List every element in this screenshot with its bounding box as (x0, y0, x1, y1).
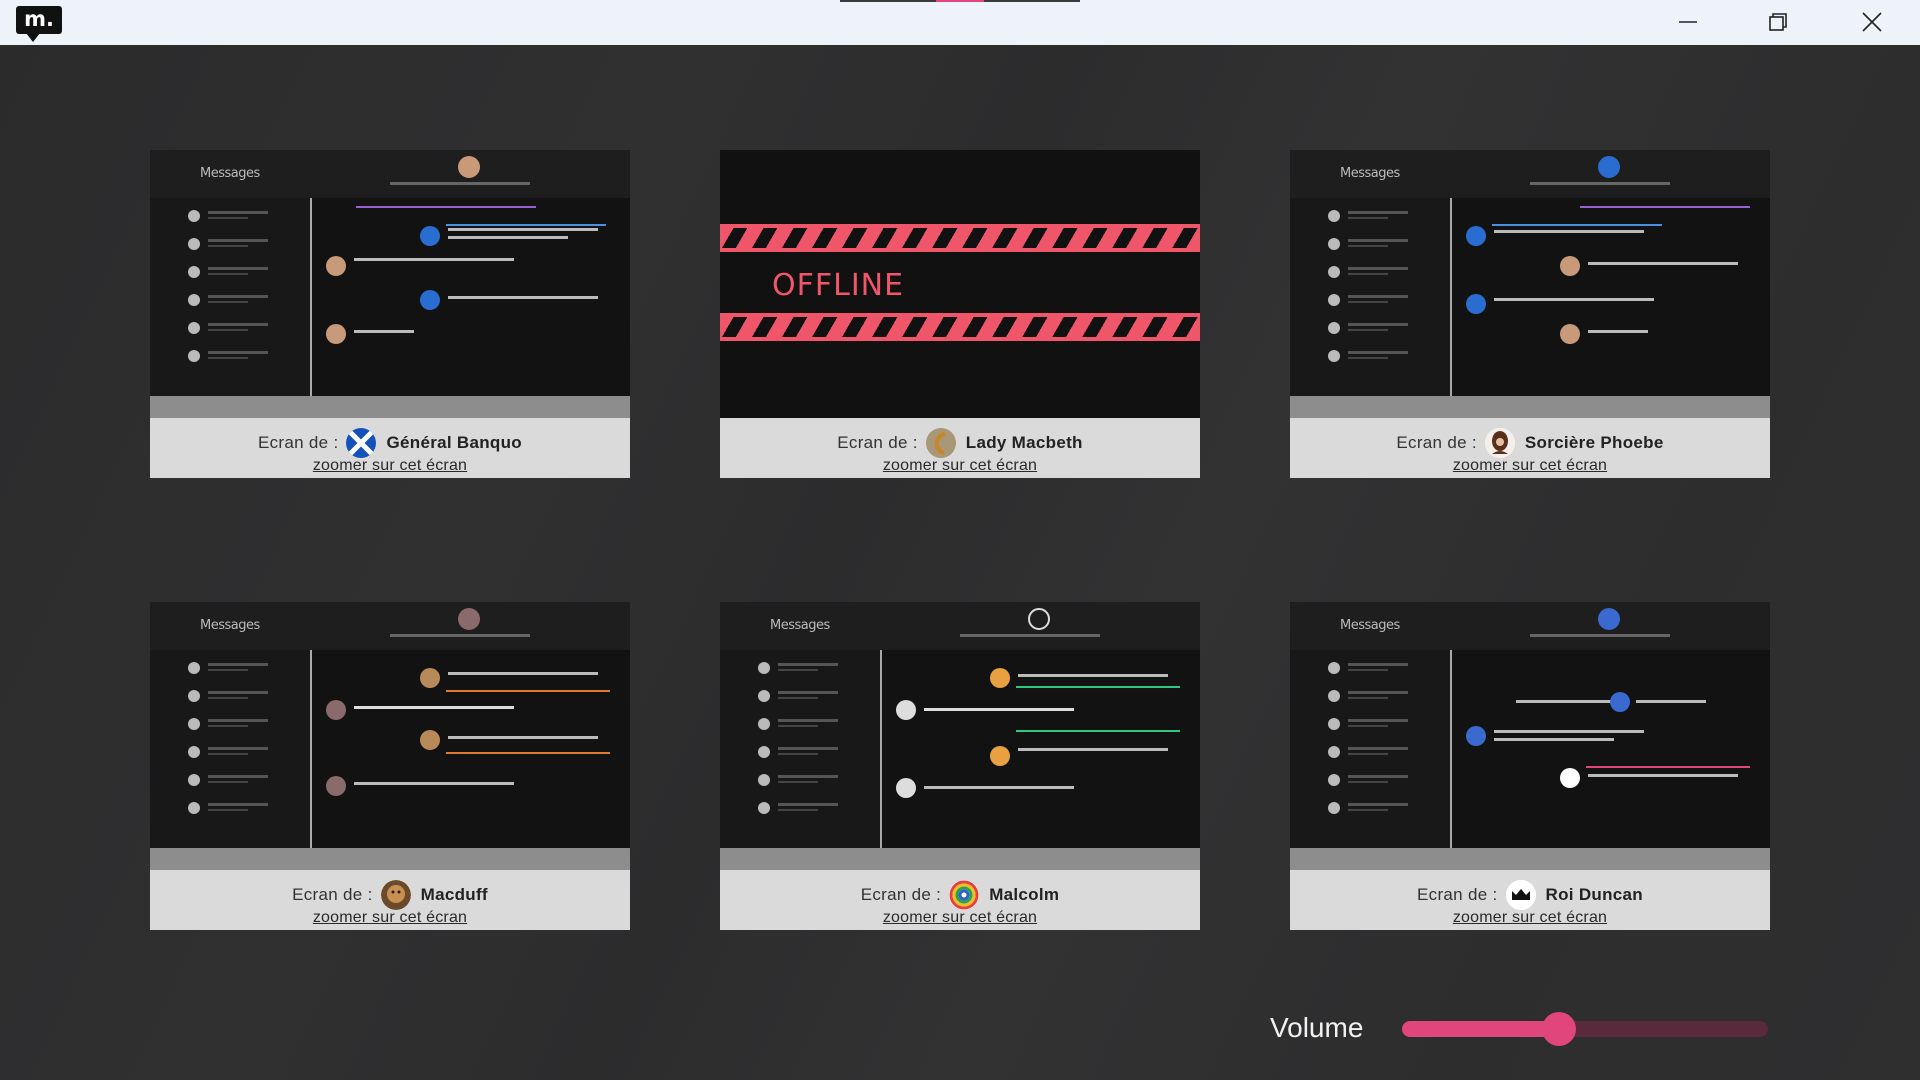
screen-preview[interactable]: Messages (720, 602, 1200, 848)
screen-tile-general-banquo: Messages Ecran de : Général Banquo zoome… (150, 150, 630, 478)
volume-slider[interactable] (1402, 1012, 1768, 1046)
mini-header: Messages (150, 602, 630, 650)
loading-bar-fill (936, 0, 984, 2)
scotland-flag-icon (346, 428, 377, 458)
mini-header: Messages (1290, 602, 1770, 650)
close-button[interactable] (1836, 0, 1908, 44)
mini-header: Messages (720, 602, 1200, 650)
mini-subtitle (1530, 182, 1670, 185)
zoom-screen-link[interactable]: zoomer sur cet écran (883, 909, 1037, 927)
mini-sidebar (1290, 198, 1450, 396)
offline-label: OFFLINE (772, 268, 905, 303)
mini-sidebar (1290, 650, 1450, 848)
user-name: Malcolm (989, 885, 1060, 904)
mini-sidebar (720, 650, 880, 848)
loading-bar (840, 0, 1080, 2)
mini-title: Messages (1340, 166, 1400, 181)
witch-avatar-icon (1484, 428, 1515, 458)
preview-footer-strip (720, 848, 1200, 870)
mini-sidebar (150, 198, 310, 396)
user-name: Général Banquo (386, 433, 522, 452)
volume-slider-fill (1402, 1021, 1560, 1037)
logo-text: m. (24, 7, 54, 31)
tile-caption: Ecran de : Sorcière Phoebe zoomer sur ce… (1290, 418, 1770, 478)
mini-subtitle (390, 634, 530, 637)
screen-preview-offline[interactable]: OFFLINE (720, 150, 1200, 418)
screen-tile-macduff: Messages Ecran de : Macduff zoomer sur c… (150, 602, 630, 930)
minimize-button[interactable] (1652, 0, 1724, 44)
mini-subtitle (960, 634, 1100, 637)
restore-button[interactable] (1742, 0, 1814, 44)
screen-preview[interactable]: Messages (150, 150, 630, 396)
preview-footer-strip (1290, 848, 1770, 870)
mini-subtitle (390, 182, 530, 185)
app-logo: m. (16, 6, 62, 42)
mini-title: Messages (1340, 618, 1400, 633)
caption-prefix: Ecran de : (1396, 433, 1477, 452)
user-name: Roi Duncan (1545, 885, 1643, 904)
mini-title: Messages (770, 618, 830, 633)
mini-avatar (1598, 608, 1620, 630)
screen-tile-lady-macbeth: OFFLINE Ecran de : Lady Macbeth zoomer s… (720, 150, 1200, 478)
macduff-avatar-icon (380, 880, 411, 910)
tile-caption: Ecran de : Lady Macbeth zoomer sur cet é… (720, 418, 1200, 478)
tile-caption: Ecran de : Macduff zoomer sur cet écran (150, 870, 630, 930)
user-name: Sorcière Phoebe (1524, 433, 1664, 452)
screen-tile-roi-duncan: Messages Ecran de : Roi Duncan zoomer su… (1290, 602, 1770, 930)
mini-header: Messages (150, 150, 630, 198)
zoom-screen-link[interactable]: zoomer sur cet écran (1453, 457, 1607, 475)
screen-preview[interactable]: Messages (1290, 602, 1770, 848)
volume-label: Volume (1270, 1012, 1364, 1043)
zoom-screen-link[interactable]: zoomer sur cet écran (883, 457, 1037, 475)
zoom-screen-link[interactable]: zoomer sur cet écran (1453, 909, 1607, 927)
screen-preview[interactable]: Messages (1290, 150, 1770, 396)
tile-caption: Ecran de : Malcolm zoomer sur cet écran (720, 870, 1200, 930)
preview-footer-strip (1290, 396, 1770, 418)
volume-slider-thumb[interactable] (1542, 1012, 1577, 1046)
tile-caption: Ecran de : Général Banquo zoomer sur cet… (150, 418, 630, 478)
user-name: Lady Macbeth (965, 433, 1083, 452)
mini-avatar (458, 608, 480, 630)
preview-footer-strip (150, 848, 630, 870)
mini-avatar (1028, 608, 1050, 630)
caption-prefix: Ecran de : (292, 885, 373, 904)
title-bar: m. (0, 0, 1920, 45)
crown-icon (1505, 880, 1536, 910)
restore-icon (1769, 13, 1787, 31)
mini-avatar (458, 156, 480, 178)
screen-tile-malcolm: Messages Ecran de : Malcolm zoomer sur c… (720, 602, 1200, 930)
zoom-screen-link[interactable]: zoomer sur cet écran (313, 909, 467, 927)
mini-title: Messages (200, 166, 260, 181)
mini-title: Messages (200, 618, 260, 633)
caption-prefix: Ecran de : (860, 885, 942, 904)
mini-sidebar (150, 650, 310, 848)
caption-prefix: Ecran de : (1417, 885, 1498, 904)
hazard-stripe-top (720, 224, 1200, 252)
minimize-icon (1679, 21, 1697, 23)
tile-caption: Ecran de : Roi Duncan zoomer sur cet écr… (1290, 870, 1770, 930)
zoom-screen-link[interactable]: zoomer sur cet écran (313, 457, 467, 475)
preview-footer-strip (150, 396, 630, 418)
hazard-stripe-bottom (720, 313, 1200, 341)
close-icon (1862, 12, 1882, 32)
mini-avatar (1598, 156, 1620, 178)
caption-prefix: Ecran de : (837, 433, 918, 452)
caption-prefix: Ecran de : (257, 433, 339, 452)
screen-preview[interactable]: Messages (150, 602, 630, 848)
mini-header: Messages (1290, 150, 1770, 198)
lady-macbeth-avatar-icon (925, 428, 956, 458)
peace-rainbow-icon (949, 880, 980, 910)
user-name: Macduff (420, 885, 488, 904)
mini-subtitle (1530, 634, 1670, 637)
screen-tile-sorciere-phoebe: Messages Ecran de : Sorcière Phoebe zoom… (1290, 150, 1770, 478)
